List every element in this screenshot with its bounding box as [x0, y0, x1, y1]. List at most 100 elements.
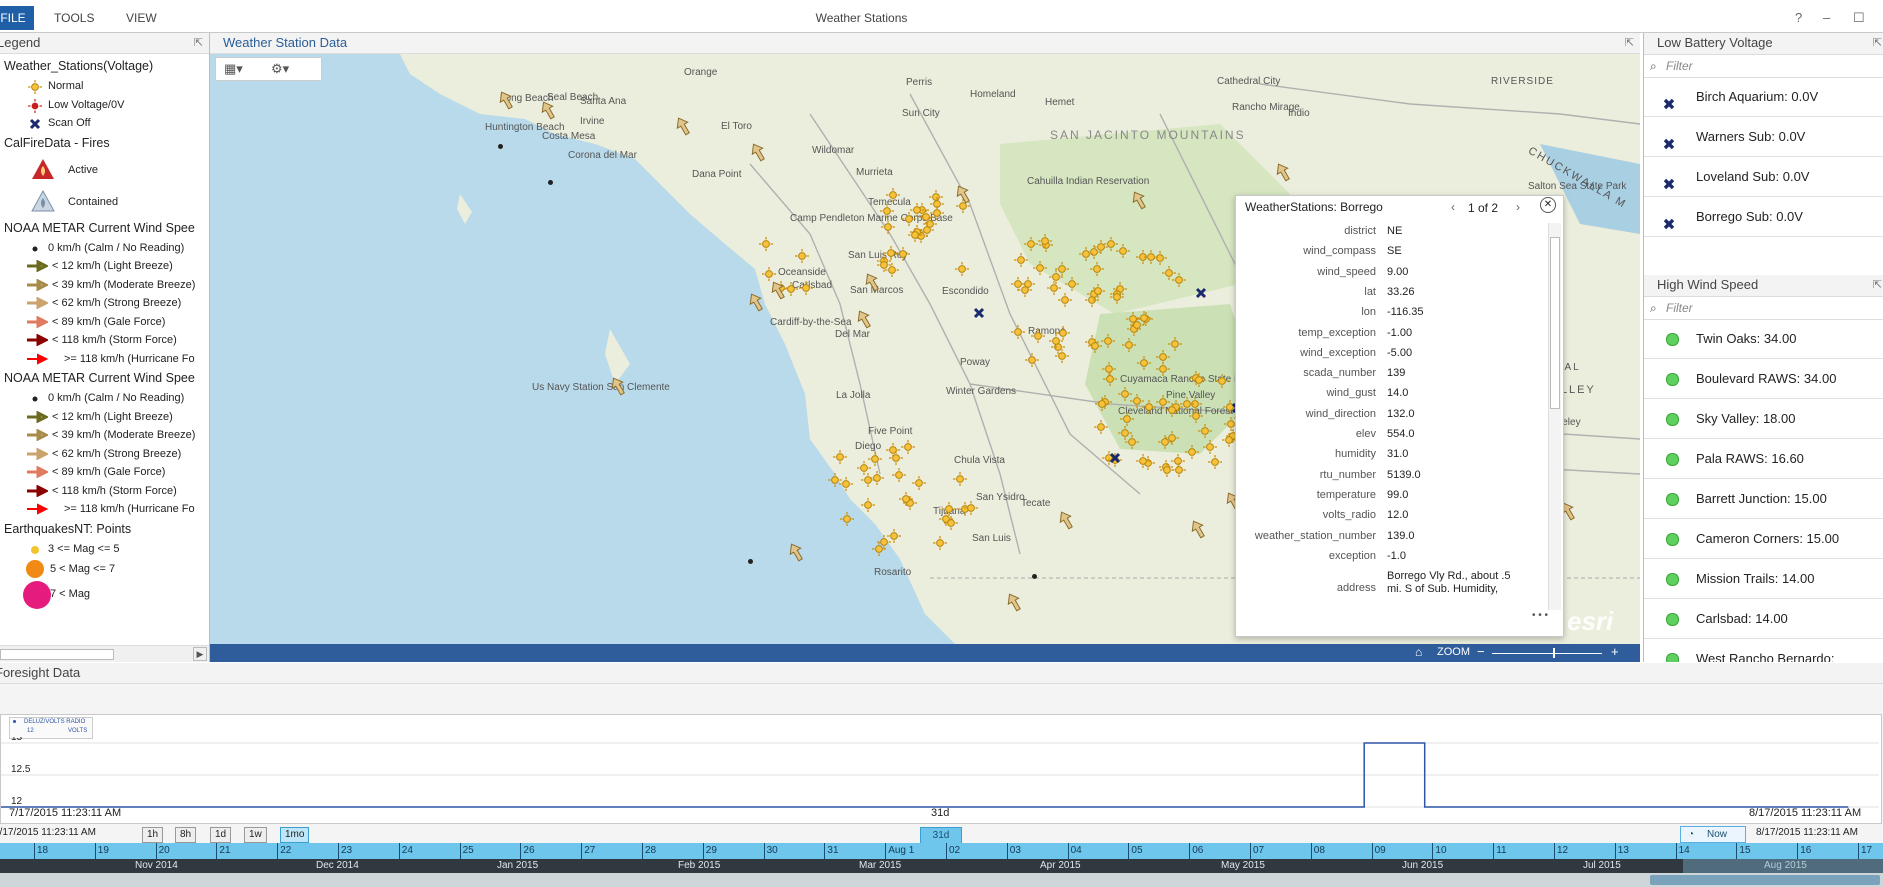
- wind-arrow-icon[interactable]: [750, 142, 766, 165]
- weather-station-sun-icon[interactable]: [1011, 325, 1025, 339]
- weather-station-sun-icon[interactable]: [759, 237, 773, 251]
- timeline-day-ruler[interactable]: 18 19 20 21 22 23 24 25 26 27 28 29 30 31 Aug 1 02 03 04 0…: [0, 843, 1883, 859]
- weather-station-sun-icon[interactable]: [828, 473, 842, 487]
- pin-icon[interactable]: ⇱: [1625, 33, 1634, 53]
- popup-scrollbar[interactable]: [1548, 223, 1561, 610]
- more-options-icon[interactable]: • • •: [1532, 610, 1548, 621]
- weather-station-sun-icon[interactable]: [1198, 424, 1212, 438]
- weather-station-sun-icon[interactable]: [1033, 261, 1047, 275]
- weather-station-sun-icon[interactable]: [887, 529, 901, 543]
- weather-station-sun-icon[interactable]: [1038, 234, 1052, 248]
- high-wind-item[interactable]: Sky Valley: 18.00: [1644, 399, 1883, 439]
- high-wind-item[interactable]: Twin Oaks: 34.00: [1644, 319, 1883, 359]
- weather-station-sun-icon[interactable]: [1090, 262, 1104, 276]
- calm-wind-dot-icon[interactable]: [1032, 574, 1037, 579]
- weather-station-sun-icon[interactable]: [919, 210, 933, 224]
- timeline-scroll-thumb[interactable]: [1650, 875, 1880, 885]
- weather-station-sun-icon[interactable]: [1222, 433, 1236, 447]
- weather-station-sun-icon[interactable]: [1168, 337, 1182, 351]
- zoom-in-button[interactable]: +: [1611, 644, 1619, 659]
- weather-station-sun-icon[interactable]: [1103, 372, 1117, 386]
- weather-station-sun-icon[interactable]: [1192, 373, 1206, 387]
- high-wind-item[interactable]: Boulevard RAWS: 34.00: [1644, 359, 1883, 399]
- wind-arrow-icon[interactable]: [498, 90, 514, 113]
- weather-station-sun-icon[interactable]: [1189, 409, 1203, 423]
- high-wind-item[interactable]: Barrett Junction: 15.00: [1644, 479, 1883, 519]
- weather-station-sun-icon[interactable]: [953, 472, 967, 486]
- weather-station-sun-icon[interactable]: [1031, 329, 1045, 343]
- weather-station-sun-icon[interactable]: [908, 228, 922, 242]
- scroll-right-icon[interactable]: ▶: [193, 647, 207, 661]
- weather-station-sun-icon[interactable]: [896, 247, 910, 261]
- layer-list-icon[interactable]: ⚙▾: [271, 61, 289, 77]
- weather-station-sun-icon[interactable]: [1125, 435, 1139, 449]
- weather-station-sun-icon[interactable]: [912, 476, 926, 490]
- wind-arrow-icon[interactable]: [1058, 510, 1074, 533]
- weather-station-sun-icon[interactable]: [861, 498, 875, 512]
- weather-station-sun-icon[interactable]: [1122, 338, 1136, 352]
- close-icon[interactable]: ✕: [1540, 197, 1556, 213]
- weather-station-sun-icon[interactable]: [1094, 240, 1108, 254]
- weather-station-sun-icon[interactable]: [1136, 454, 1150, 468]
- zoom-out-button[interactable]: −: [1477, 644, 1485, 659]
- weather-station-sun-icon[interactable]: [762, 267, 776, 281]
- high-wind-item[interactable]: Cameron Corners: 15.00: [1644, 519, 1883, 559]
- calm-wind-dot-icon[interactable]: [748, 559, 753, 564]
- low-battery-item[interactable]: Borrego Sub: 0.0V: [1644, 197, 1883, 237]
- weather-station-sun-icon[interactable]: [886, 188, 900, 202]
- weather-station-sun-icon[interactable]: [881, 220, 895, 234]
- pin-icon[interactable]: ⇱: [1873, 33, 1882, 53]
- weather-station-sun-icon[interactable]: [1079, 247, 1093, 261]
- zoom-slider-handle[interactable]: [1552, 648, 1555, 658]
- weather-station-sun-icon[interactable]: [1165, 431, 1179, 445]
- weather-station-sun-icon[interactable]: [899, 492, 913, 506]
- weather-station-sun-icon[interactable]: [880, 204, 894, 218]
- weather-station-sun-icon[interactable]: [920, 223, 934, 237]
- pin-icon[interactable]: ⇱: [194, 33, 203, 53]
- weather-station-sun-icon[interactable]: [877, 258, 891, 272]
- calm-wind-dot-icon[interactable]: [498, 144, 503, 149]
- high-wind-item[interactable]: Pala RAWS: 16.60: [1644, 439, 1883, 479]
- weather-station-sun-icon[interactable]: [1094, 420, 1108, 434]
- weather-station-sun-icon[interactable]: [1014, 253, 1028, 267]
- range-button-1w[interactable]: 1w: [244, 827, 267, 843]
- weather-station-sun-icon[interactable]: [1172, 463, 1186, 477]
- weather-station-sun-icon[interactable]: [795, 249, 809, 263]
- weather-station-sun-icon[interactable]: [799, 281, 813, 295]
- high-wind-item[interactable]: Mission Trails: 14.00: [1644, 559, 1883, 599]
- weather-station-sun-icon[interactable]: [1101, 334, 1115, 348]
- wind-arrow-icon[interactable]: [675, 116, 691, 139]
- legend-scrollbar[interactable]: ▶: [0, 645, 209, 662]
- weather-station-sun-icon[interactable]: [964, 501, 978, 515]
- help-button[interactable]: ?: [1795, 6, 1802, 30]
- weather-station-sun-icon[interactable]: [1049, 270, 1063, 284]
- weather-station-sun-icon[interactable]: [1110, 290, 1124, 304]
- weather-station-sun-icon[interactable]: [1208, 455, 1222, 469]
- next-feature-icon[interactable]: ›: [1516, 200, 1520, 214]
- minimize-button[interactable]: –: [1823, 6, 1830, 30]
- wind-arrow-icon[interactable]: [955, 184, 971, 207]
- weather-station-sun-icon[interactable]: [933, 536, 947, 550]
- weather-station-sun-icon[interactable]: [870, 471, 884, 485]
- weather-station-sun-icon[interactable]: [1130, 318, 1144, 332]
- low-battery-item[interactable]: Warners Sub: 0.0V: [1644, 117, 1883, 157]
- weather-station-sun-icon[interactable]: [857, 461, 871, 475]
- weather-station-sun-icon[interactable]: [1024, 237, 1038, 251]
- maximize-button[interactable]: ☐: [1853, 6, 1865, 30]
- weather-station-sun-icon[interactable]: [1142, 400, 1156, 414]
- low-battery-filter[interactable]: ⌕ Filter: [1644, 55, 1883, 78]
- weather-station-sun-icon[interactable]: [892, 468, 906, 482]
- scan-off-x-icon[interactable]: [972, 306, 986, 320]
- weather-station-sun-icon[interactable]: [1095, 397, 1109, 411]
- weather-station-sun-icon[interactable]: [1021, 277, 1035, 291]
- weather-station-sun-icon[interactable]: [1160, 463, 1174, 477]
- weather-station-sun-icon[interactable]: [901, 440, 915, 454]
- weather-station-sun-icon[interactable]: [1185, 445, 1199, 459]
- weather-station-sun-icon[interactable]: [1088, 339, 1102, 353]
- weather-station-sun-icon[interactable]: [1055, 349, 1069, 363]
- weather-station-sun-icon[interactable]: [1215, 374, 1229, 388]
- range-button-1h[interactable]: 1h: [142, 827, 164, 843]
- wind-arrow-icon[interactable]: [610, 376, 626, 399]
- now-button[interactable]: ◔ Now: [1680, 826, 1746, 843]
- weather-station-sun-icon[interactable]: [1137, 356, 1151, 370]
